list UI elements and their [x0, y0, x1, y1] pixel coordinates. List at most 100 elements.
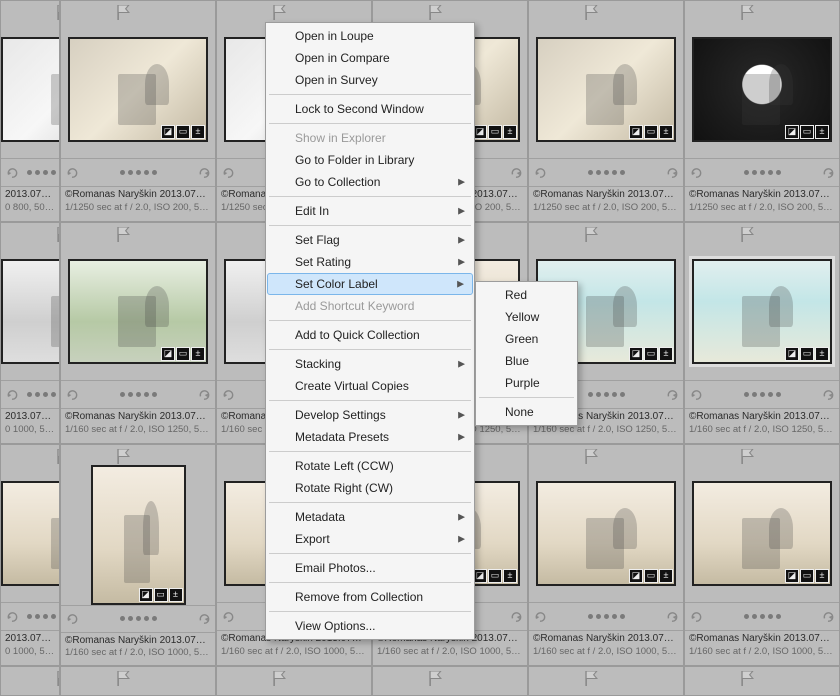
menu-item[interactable]: Stacking▶ [267, 353, 473, 375]
grid-cell[interactable]: ◪▭±©Romanas Naryškin 2013.07…1/160 sec a… [60, 444, 216, 666]
rotate-left-icon[interactable] [533, 610, 547, 624]
grid-cell[interactable]: ◪▭±©Romanas Naryškin 2013.07…1/1250 sec … [528, 0, 684, 222]
menu-item[interactable]: Set Flag▶ [267, 229, 473, 251]
flag-icon[interactable] [585, 449, 598, 464]
submenu-item[interactable]: Blue [477, 350, 576, 372]
rating-dots[interactable] [87, 392, 189, 397]
submenu-item[interactable]: Purple [477, 372, 576, 394]
color-label-submenu[interactable]: RedYellowGreenBluePurple None [475, 281, 578, 426]
rotate-right-icon[interactable] [509, 166, 523, 180]
menu-item[interactable]: Metadata▶ [267, 506, 473, 528]
menu-item[interactable]: Rotate Left (CCW) [267, 455, 473, 477]
rotate-left-icon[interactable] [689, 610, 703, 624]
menu-item[interactable]: Rotate Right (CW) [267, 477, 473, 499]
rating-dots[interactable] [711, 170, 813, 175]
rotate-left-icon[interactable] [65, 166, 79, 180]
flag-icon[interactable] [117, 449, 130, 464]
flag-icon[interactable] [273, 5, 286, 20]
menu-item[interactable]: Email Photos... [267, 557, 473, 579]
menu-item[interactable]: Export▶ [267, 528, 473, 550]
submenu-item[interactable]: None [477, 401, 576, 423]
rotate-right-icon[interactable] [197, 166, 211, 180]
thumbnail-image[interactable]: ◪▭± [692, 481, 832, 586]
menu-item[interactable]: Open in Compare [267, 47, 473, 69]
rotate-left-icon[interactable] [5, 610, 19, 624]
rotate-left-icon[interactable] [221, 166, 235, 180]
grid-cell[interactable]: ◪▭±©Romanas Naryškin 2013.07…1/160 sec a… [684, 444, 840, 666]
rotate-right-icon[interactable] [821, 388, 835, 402]
rotate-left-icon[interactable] [5, 166, 19, 180]
menu-item[interactable]: View Options... [267, 615, 473, 637]
grid-cell[interactable]: ◪▭±©Romanas Naryškin 2013.07…1/1250 sec … [60, 0, 216, 222]
flag-icon[interactable] [585, 227, 598, 242]
rotate-right-icon[interactable] [665, 610, 679, 624]
thumbnail-image[interactable]: ◪▭± [536, 481, 676, 586]
rating-dots[interactable] [87, 170, 189, 175]
flag-icon[interactable] [741, 449, 754, 464]
menu-item[interactable]: Add to Quick Collection [267, 324, 473, 346]
rating-dots[interactable] [711, 614, 813, 619]
rotate-left-icon[interactable] [221, 388, 235, 402]
rotate-left-icon[interactable] [689, 388, 703, 402]
rotate-left-icon[interactable] [689, 166, 703, 180]
rating-dots[interactable] [711, 392, 813, 397]
thumbnail-image[interactable]: ◪▭± [1, 481, 60, 586]
context-menu[interactable]: Open in LoupeOpen in CompareOpen in Surv… [265, 22, 475, 640]
menu-item[interactable]: Set Color Label▶ [267, 273, 473, 295]
grid-cell[interactable]: ◪▭±©Romanas Naryškin 2013.07…1/160 sec a… [528, 444, 684, 666]
grid-cell[interactable] [216, 666, 372, 696]
thumbnail-image[interactable]: ◪▭± [68, 259, 208, 364]
rating-dots[interactable] [27, 170, 60, 175]
menu-item[interactable]: Metadata Presets▶ [267, 426, 473, 448]
grid-cell[interactable] [60, 666, 216, 696]
grid-cell[interactable]: ◪▭±2013.07…0 800, 50 ... [0, 0, 60, 222]
flag-icon[interactable] [117, 671, 130, 686]
flag-icon[interactable] [429, 5, 442, 20]
rotate-left-icon[interactable] [5, 388, 19, 402]
rotate-left-icon[interactable] [65, 612, 79, 626]
menu-item[interactable]: Develop Settings▶ [267, 404, 473, 426]
flag-icon[interactable] [273, 671, 286, 686]
rotate-right-icon[interactable] [821, 166, 835, 180]
menu-item[interactable]: Open in Survey [267, 69, 473, 91]
menu-item[interactable]: Open in Loupe [267, 25, 473, 47]
thumbnail-image[interactable]: ◪▭± [692, 259, 832, 364]
flag-icon[interactable] [585, 5, 598, 20]
menu-item[interactable]: Lock to Second Window [267, 98, 473, 120]
rating-dots[interactable] [27, 614, 60, 619]
thumbnail-image[interactable]: ◪▭± [68, 37, 208, 142]
grid-cell[interactable]: ◪▭±©Romanas Naryškin 2013.07…1/160 sec a… [684, 222, 840, 444]
submenu-item[interactable]: Green [477, 328, 576, 350]
thumbnail-image[interactable]: ◪▭± [1, 259, 60, 364]
submenu-item[interactable]: Red [477, 284, 576, 306]
menu-item[interactable]: Remove from Collection [267, 586, 473, 608]
grid-cell[interactable] [528, 666, 684, 696]
flag-icon[interactable] [117, 227, 130, 242]
thumbnail-image[interactable]: ◪▭± [536, 37, 676, 142]
rotate-left-icon[interactable] [533, 166, 547, 180]
rating-dots[interactable] [27, 392, 60, 397]
thumbnail-image[interactable]: ◪▭± [91, 465, 186, 605]
rotate-right-icon[interactable] [509, 610, 523, 624]
flag-icon[interactable] [117, 5, 130, 20]
rotate-right-icon[interactable] [821, 610, 835, 624]
thumbnail-image[interactable]: ◪▭± [692, 37, 832, 142]
grid-cell[interactable] [684, 666, 840, 696]
rating-dots[interactable] [555, 170, 657, 175]
thumbnail-image[interactable]: ◪▭± [1, 37, 60, 142]
flag-icon[interactable] [741, 5, 754, 20]
grid-cell[interactable]: ◪▭±2013.07…0 1000, 50 ... [0, 222, 60, 444]
grid-cell[interactable] [0, 666, 60, 696]
menu-item[interactable]: Go to Collection▶ [267, 171, 473, 193]
submenu-item[interactable]: Yellow [477, 306, 576, 328]
grid-cell[interactable]: ◪▭±©Romanas Naryškin 2013.07…1/160 sec a… [60, 222, 216, 444]
flag-icon[interactable] [585, 671, 598, 686]
rotate-left-icon[interactable] [65, 388, 79, 402]
flag-icon[interactable] [741, 671, 754, 686]
rating-dots[interactable] [87, 616, 189, 621]
menu-item[interactable]: Set Rating▶ [267, 251, 473, 273]
rotate-left-icon[interactable] [221, 610, 235, 624]
flag-icon[interactable] [741, 227, 754, 242]
rotate-right-icon[interactable] [197, 388, 211, 402]
rotate-right-icon[interactable] [665, 166, 679, 180]
